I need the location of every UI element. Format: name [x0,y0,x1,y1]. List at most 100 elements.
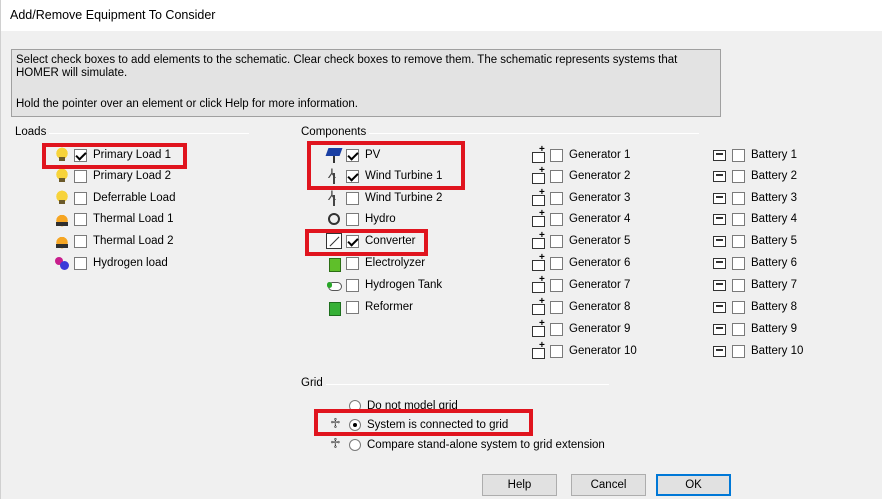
generator-row[interactable]: Generator 4 [530,208,631,228]
highlight-grid-connected [314,409,533,436]
reformer-label: Reformer [365,301,413,313]
battery-checkbox[interactable] [732,169,745,183]
loads-group-label: Loads [15,126,50,138]
load-row-deferrable[interactable]: Deferrable Load [54,189,175,207]
battery-checkbox[interactable] [732,322,745,336]
generator-row[interactable]: Generator 10 [530,340,637,360]
battery-row[interactable]: Battery 1 [712,146,797,164]
thermal-load-1-checkbox[interactable] [74,212,87,226]
load-row-thermal-1[interactable]: Thermal Load 1 [54,210,174,228]
flame-icon [54,233,70,249]
generator-checkbox[interactable] [550,322,563,336]
compare-grid-extension-radio[interactable] [349,439,361,451]
ok-button[interactable]: OK [656,474,731,496]
battery-row[interactable]: Battery 8 [712,298,797,316]
loads-group-line [15,133,249,134]
battery-icon [713,171,726,182]
generator-label: Generator 10 [569,345,637,357]
grid-group-line [301,384,609,385]
hydrogen-load-label: Hydrogen load [93,257,168,269]
battery-row[interactable]: Battery 7 [712,276,797,294]
generator-row[interactable]: Generator 8 [530,296,631,316]
generator-checkbox[interactable] [550,300,563,314]
battery-icon [713,302,726,313]
deferrable-load-checkbox[interactable] [74,191,87,205]
battery-icon [713,346,726,357]
battery-checkbox[interactable] [732,278,745,292]
electrolyzer-icon [326,255,342,272]
info-text-2: Hold the pointer over an element or clic… [16,98,358,110]
hydrogen-tank-icon [326,277,342,293]
generator-label: Generator 4 [569,213,631,225]
battery-checkbox[interactable] [732,191,745,205]
component-row-hydrogen-tank[interactable]: Hydrogen Tank [326,276,442,294]
grid-option-compare[interactable]: Compare stand-alone system to grid exten… [329,435,605,454]
highlight-converter [305,229,428,256]
highlight-pv-wind [307,141,465,190]
battery-checkbox[interactable] [732,148,745,162]
component-row-electrolyzer[interactable]: Electrolyzer [326,254,425,272]
load-row-thermal-2[interactable]: Thermal Load 2 [54,232,174,250]
generator-row[interactable]: Generator 3 [530,187,630,207]
generator-row[interactable]: Generator 5 [530,230,630,250]
generator-checkbox[interactable] [550,169,563,183]
battery-row[interactable]: Battery 3 [712,189,797,207]
battery-label: Battery 5 [751,235,798,247]
hydro-checkbox[interactable] [346,212,359,226]
hydrogen-tank-checkbox[interactable] [346,278,359,292]
wind-turbine-2-checkbox[interactable] [346,191,359,205]
reformer-checkbox[interactable] [346,300,359,314]
battery-checkbox[interactable] [732,256,745,270]
load-row-hydrogen[interactable]: Hydrogen load [54,254,168,272]
battery-row[interactable]: Battery 6 [712,254,797,272]
battery-icon [713,324,726,335]
generator-checkbox[interactable] [550,234,563,248]
generator-checkbox[interactable] [550,344,563,358]
battery-icon [713,193,726,204]
generator-checkbox[interactable] [550,256,563,270]
primary-load-2-checkbox[interactable] [74,169,87,183]
generator-icon [530,187,546,206]
battery-label: Battery 2 [751,170,798,182]
battery-checkbox[interactable] [732,344,745,358]
battery-icon [713,258,726,269]
battery-checkbox[interactable] [732,234,745,248]
thermal-load-2-checkbox[interactable] [74,234,87,248]
battery-row[interactable]: Battery 10 [712,342,803,360]
generator-checkbox[interactable] [550,212,563,226]
battery-label: Battery 7 [751,279,798,291]
cancel-button[interactable]: Cancel [571,474,646,496]
generator-checkbox[interactable] [550,148,563,162]
component-row-reformer[interactable]: Reformer [326,298,413,316]
help-button[interactable]: Help [482,474,557,496]
component-row-hydro[interactable]: Hydro [326,210,396,228]
generator-row[interactable]: Generator 9 [530,318,630,338]
battery-row[interactable]: Battery 9 [712,320,797,338]
reformer-icon [326,299,342,316]
battery-row[interactable]: Battery 2 [712,167,797,185]
battery-checkbox[interactable] [732,212,745,226]
generator-label: Generator 7 [569,279,631,291]
primary-load-2-label: Primary Load 2 [93,170,171,182]
hydrogen-tank-label: Hydrogen Tank [365,279,443,291]
hydrogen-load-checkbox[interactable] [74,256,87,270]
generator-checkbox[interactable] [550,191,563,205]
generator-row[interactable]: Generator 6 [530,252,630,272]
compare-grid-extension-label: Compare stand-alone system to grid exten… [367,439,605,451]
generator-row[interactable]: Generator 7 [530,274,631,294]
generator-label: Generator 8 [569,301,631,313]
battery-checkbox[interactable] [732,300,745,314]
battery-label: Battery 6 [751,257,798,269]
generator-label: Generator 2 [569,170,631,182]
battery-label: Battery 1 [751,149,798,161]
generator-row[interactable]: Generator 1 [530,144,630,164]
battery-label: Battery 8 [751,301,798,313]
component-row-wind-2[interactable]: Wind Turbine 2 [326,188,442,207]
generator-checkbox[interactable] [550,278,563,292]
battery-row[interactable]: Battery 4 [712,210,797,228]
battery-row[interactable]: Battery 5 [712,232,797,250]
hydro-label: Hydro [365,213,396,225]
load-row-primary-2[interactable]: Primary Load 2 [54,167,171,185]
electrolyzer-checkbox[interactable] [346,256,359,270]
generator-row[interactable]: Generator 2 [530,165,631,185]
